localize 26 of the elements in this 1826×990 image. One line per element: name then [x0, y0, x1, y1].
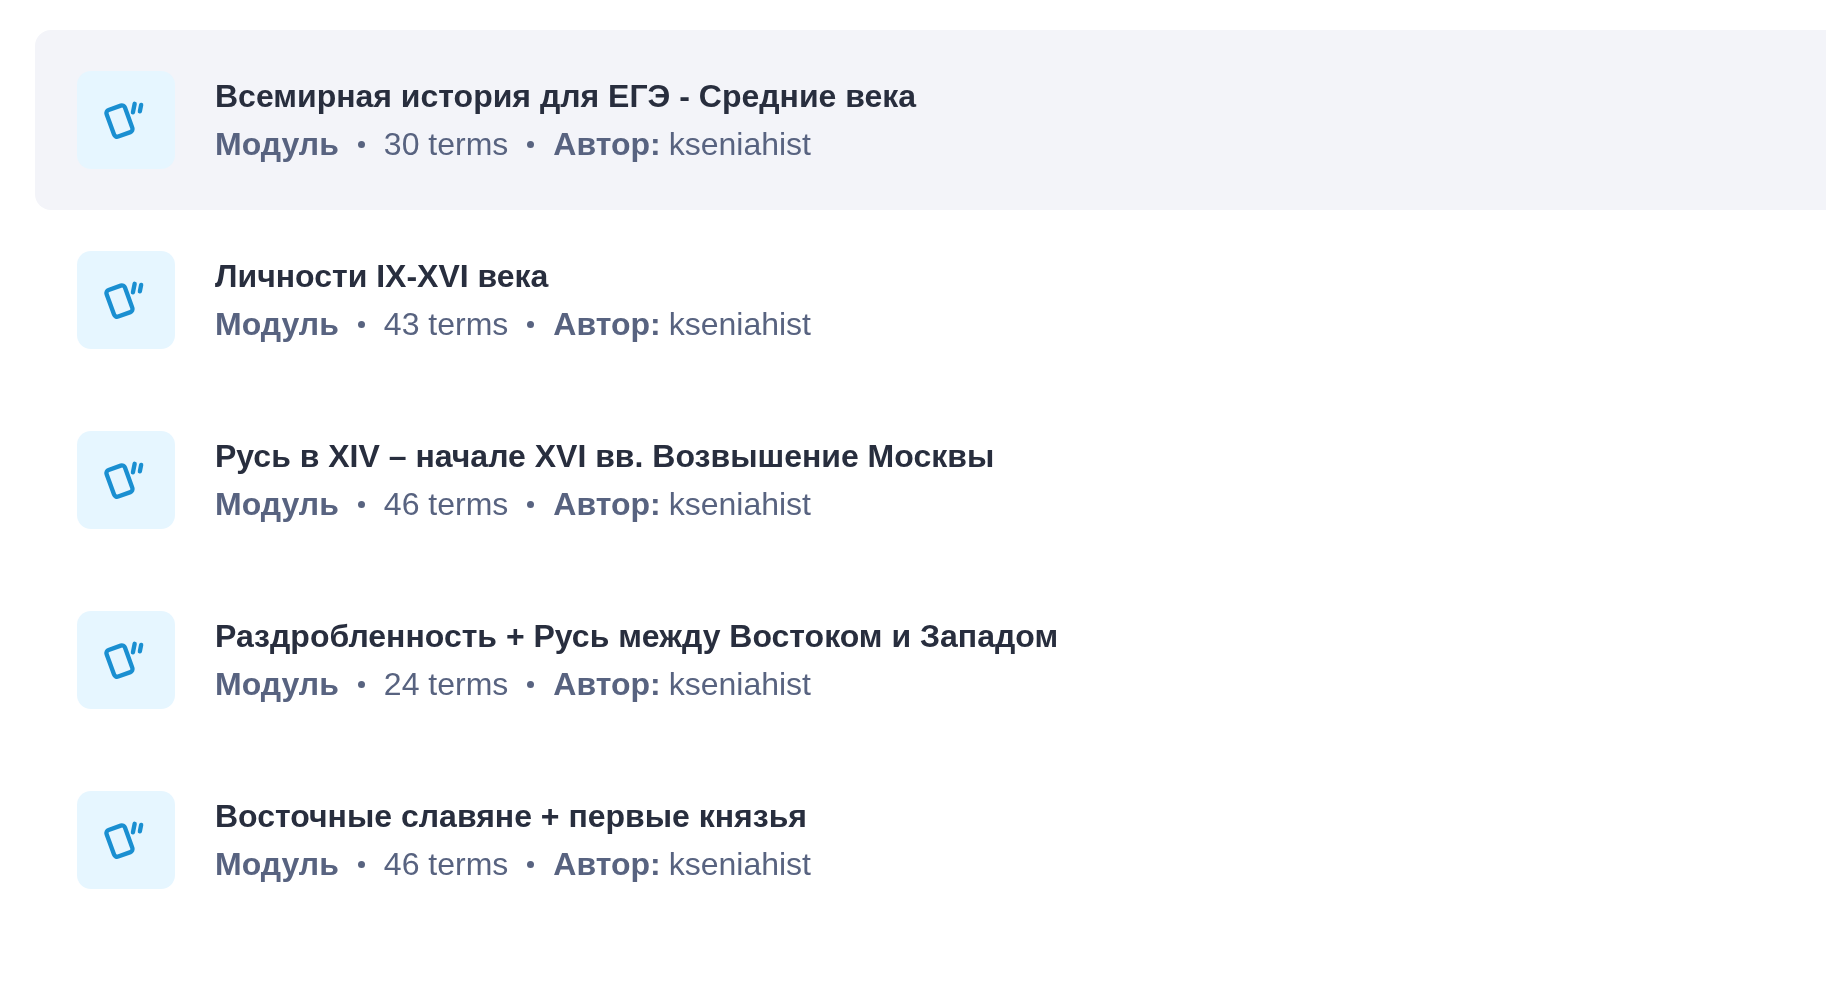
author-name[interactable]: kseniahist: [668, 124, 811, 164]
set-type: Модуль: [215, 665, 339, 704]
study-set-row[interactable]: Всемирная история для ЕГЭ - Средние века Модуль 30 terms Автор: kseniahist: [35, 30, 1826, 210]
term-count: 46 terms: [383, 485, 509, 524]
author-label: Автор:: [553, 665, 661, 704]
set-title: Личности IX-XVI века: [215, 257, 550, 296]
set-type: Модуль: [215, 485, 339, 524]
author-name[interactable]: kseniahist: [668, 664, 811, 704]
set-title: Русь в XIV – начале XVI вв. Возвышение Москвы: [215, 437, 995, 476]
author-label: Автор:: [553, 485, 661, 524]
term-count: 43 terms: [383, 305, 509, 344]
author-label: Автор:: [553, 845, 661, 884]
author-label: Автор:: [553, 305, 661, 344]
set-type: Модуль: [215, 845, 339, 884]
set-type: Модуль: [215, 125, 339, 164]
set-title: Восточные славяне + первые князья: [215, 797, 808, 836]
author-name[interactable]: kseniahist: [668, 484, 811, 524]
author-name[interactable]: kseniahist: [668, 844, 811, 884]
set-title: Раздробленность + Русь между Востоком и Западом: [215, 617, 1059, 656]
author-name[interactable]: kseniahist: [668, 304, 811, 344]
term-count: 24 terms: [383, 665, 509, 704]
term-count: 30 terms: [383, 125, 509, 164]
set-title: Всемирная история для ЕГЭ - Средние века: [215, 77, 917, 116]
author-label: Автор:: [553, 125, 661, 164]
term-count: 46 terms: [383, 845, 509, 884]
set-type: Модуль: [215, 305, 339, 344]
